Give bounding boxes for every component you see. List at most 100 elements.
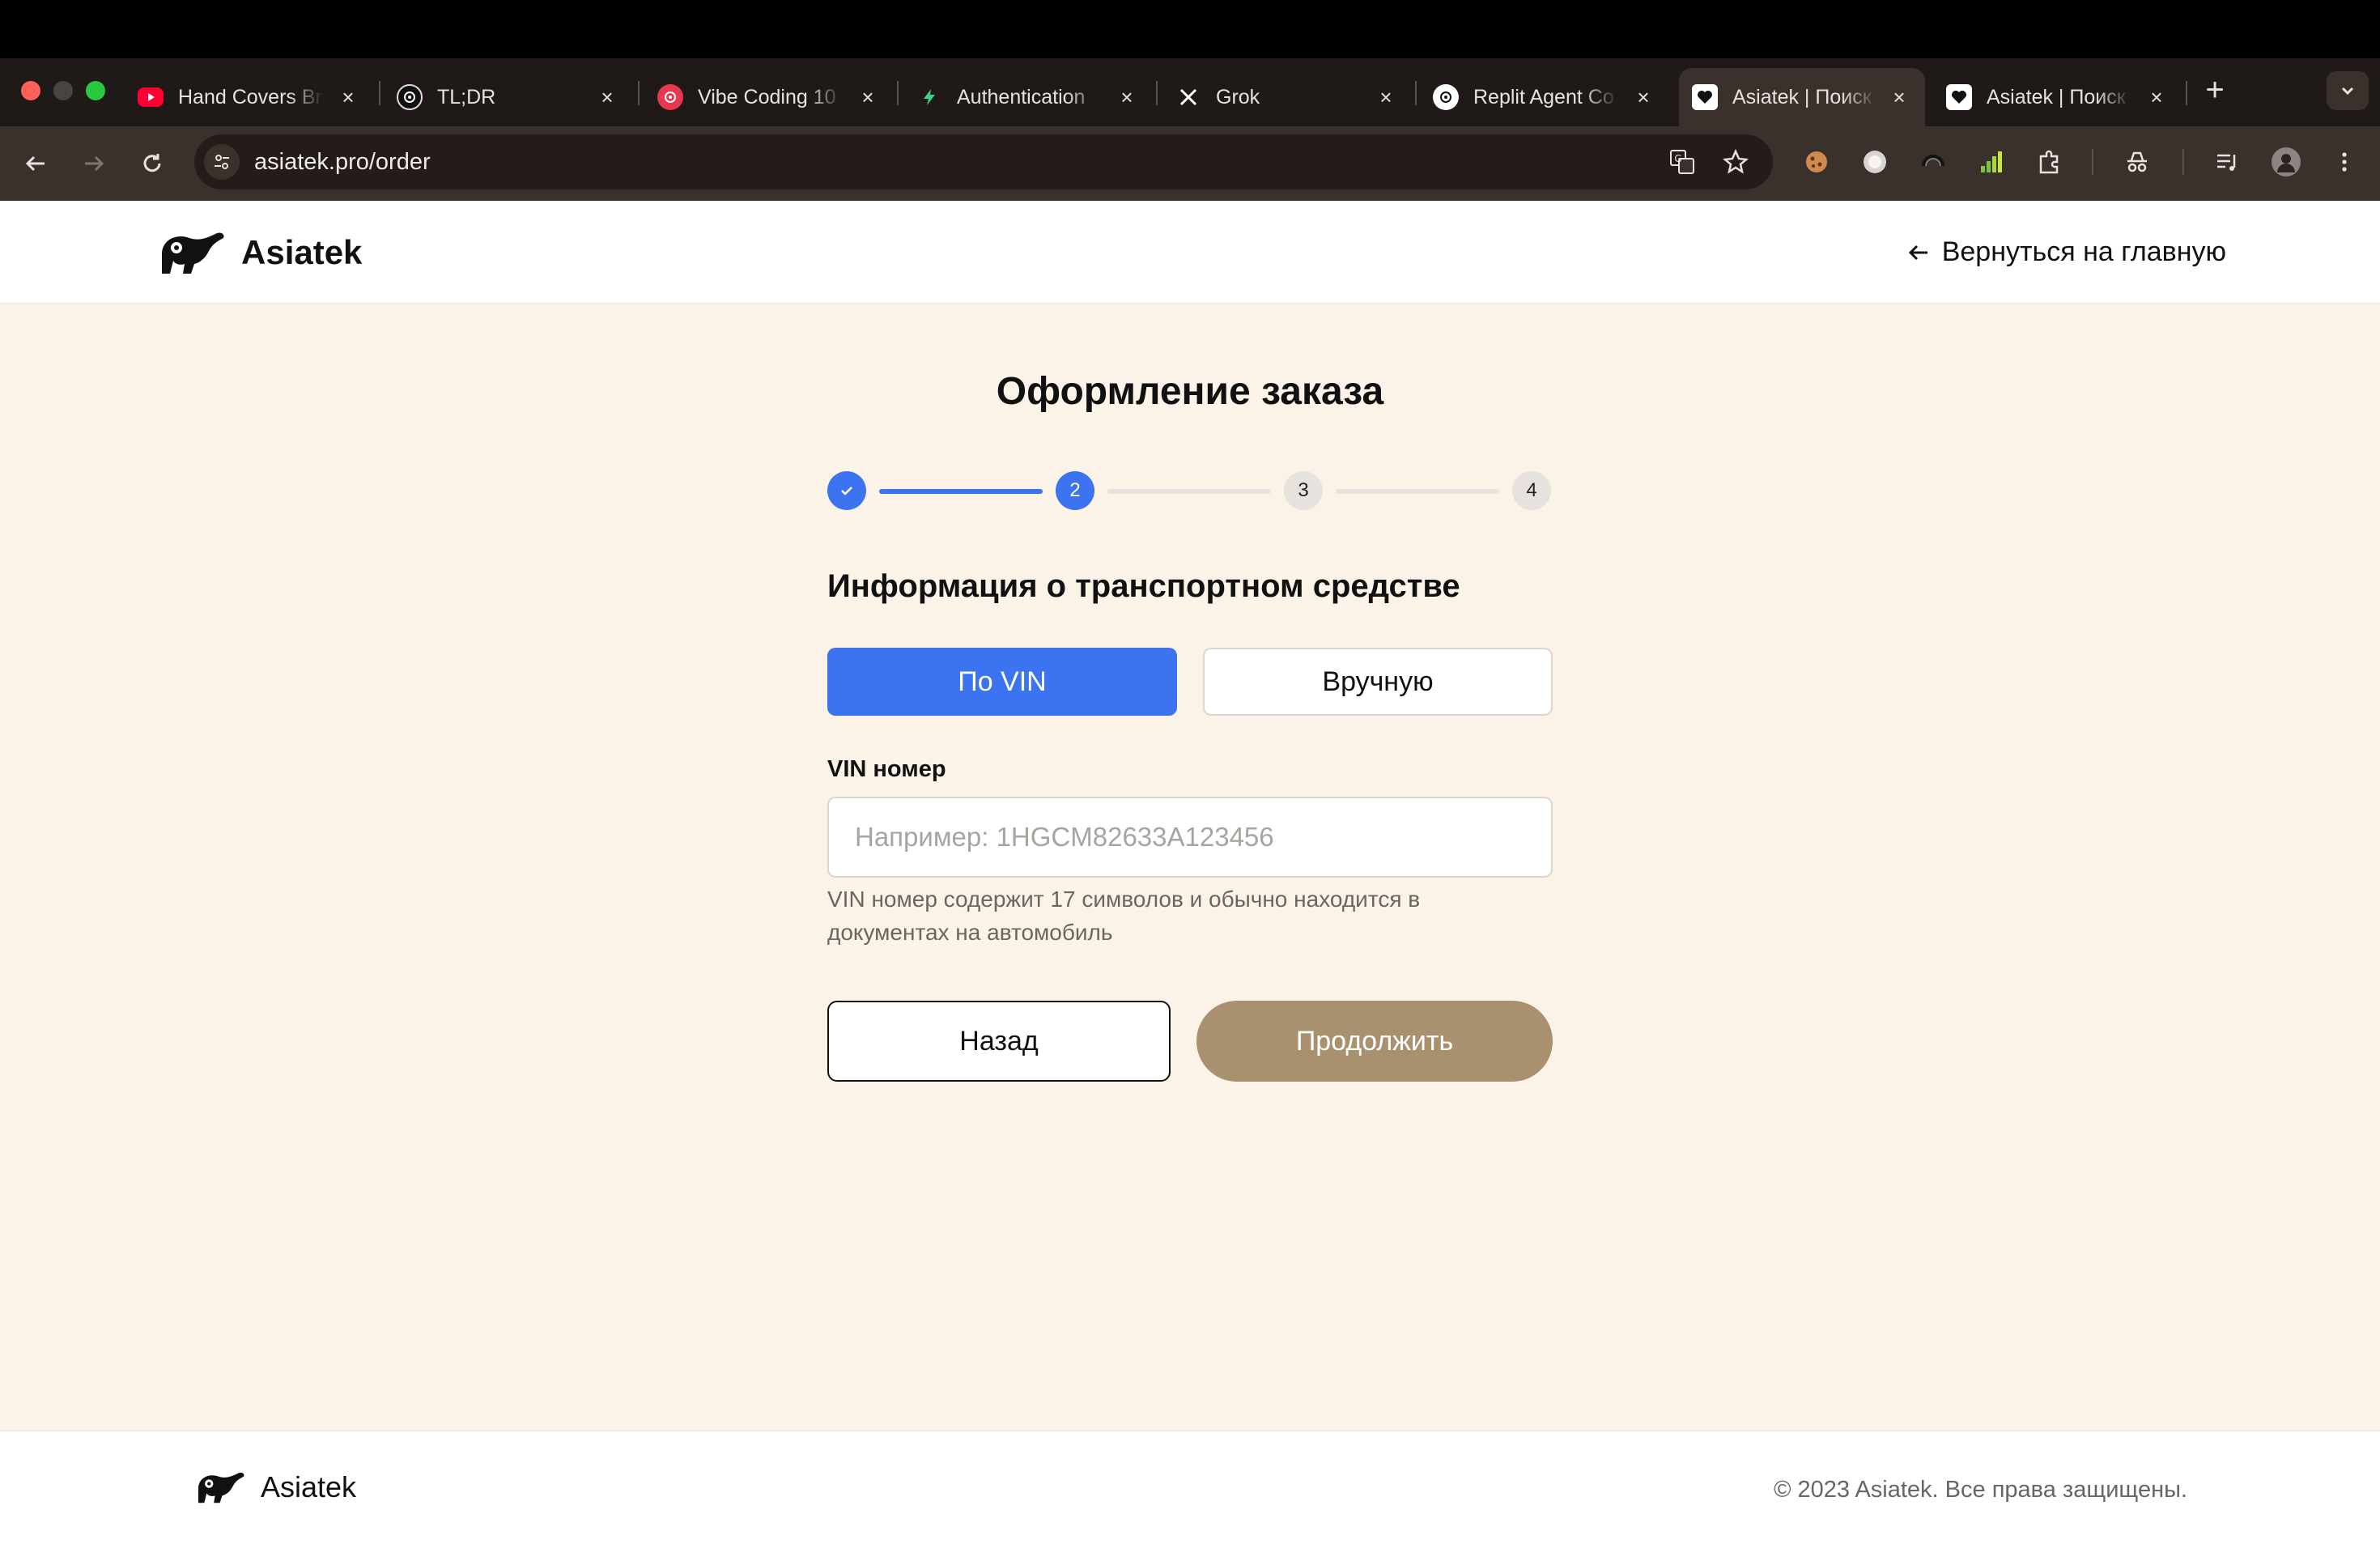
- tab-authentication[interactable]: Authentication ×: [916, 68, 1138, 126]
- tab-separator: [2186, 81, 2187, 105]
- profile-avatar[interactable]: [2270, 146, 2302, 178]
- tab-title: Authentication: [957, 85, 1086, 108]
- svg-text:G: G: [1674, 153, 1681, 164]
- close-window-button[interactable]: [21, 81, 40, 100]
- close-tab-icon[interactable]: ×: [1632, 85, 1655, 109]
- puzzle-extensions-icon[interactable]: [2034, 146, 2066, 178]
- tab-title: Hand Covers Br: [178, 85, 322, 108]
- mode-vin-button[interactable]: По VIN: [827, 648, 1177, 716]
- media-controls-icon[interactable]: [2212, 146, 2244, 178]
- bolt-icon: [916, 84, 942, 110]
- arrow-right-icon: [85, 155, 104, 172]
- tab-title: Asiatek | Поиск: [1987, 85, 2126, 108]
- step-3: 3: [1284, 471, 1323, 510]
- cookie-extension-icon[interactable]: [1800, 146, 1833, 178]
- toolbar-separator: [2092, 149, 2093, 175]
- browser-menu-button[interactable]: [2328, 146, 2361, 178]
- tab-separator: [638, 81, 640, 105]
- youtube-icon: [138, 87, 164, 107]
- continue-button[interactable]: Продолжить: [1196, 1001, 1553, 1082]
- tab-separator: [1415, 81, 1417, 105]
- vin-help-text: VIN номер содержит 17 символов и обычно …: [827, 887, 1421, 945]
- step-connector-2: [1107, 489, 1271, 494]
- close-tab-icon[interactable]: ×: [1888, 85, 1910, 109]
- tab-separator: [379, 81, 380, 105]
- forward-button[interactable]: [73, 142, 115, 185]
- circle-extension-icon[interactable]: [1859, 146, 1891, 178]
- heart-icon: [1692, 84, 1718, 110]
- toolbar-separator: [2182, 149, 2184, 175]
- address-bar[interactable]: [194, 134, 1773, 189]
- new-tab-button[interactable]: +: [2199, 74, 2231, 107]
- back-button[interactable]: [15, 142, 57, 185]
- chevron-down-icon: [2341, 87, 2354, 96]
- step-2-current: 2: [1056, 471, 1094, 510]
- tab-hand-covers[interactable]: Hand Covers Br ×: [138, 68, 359, 126]
- tab-asiatek-active[interactable]: Asiatek | Поиск ×: [1679, 68, 1925, 126]
- back-to-home-link[interactable]: Вернуться на главную: [1906, 236, 2226, 268]
- page-title: Оформление заказа: [996, 370, 1384, 413]
- step-4: 4: [1512, 471, 1551, 510]
- site-logo[interactable]: Asiatek: [159, 230, 362, 275]
- tab-separator: [1156, 81, 1158, 105]
- tab-tldr[interactable]: TL;DR ×: [397, 68, 618, 126]
- elephant-logo-icon: [198, 1472, 244, 1503]
- close-tab-icon[interactable]: ×: [856, 85, 879, 109]
- chart-extension-icon[interactable]: [1975, 146, 2008, 178]
- close-tab-icon[interactable]: ×: [2145, 85, 2168, 109]
- menu-bar: [0, 0, 2380, 58]
- site-header: Asiatek Вернуться на главную: [0, 201, 2380, 304]
- step-1-complete: [827, 471, 866, 510]
- target-icon: [657, 84, 683, 110]
- tab-title: Vibe Coding 10: [698, 85, 836, 108]
- translate-icon[interactable]: G: [1666, 146, 1698, 178]
- openai-icon: [1433, 84, 1459, 110]
- back-to-home-label: Вернуться на главную: [1941, 236, 2226, 267]
- mode-manual-button[interactable]: Вручную: [1203, 648, 1553, 716]
- back-button[interactable]: Назад: [827, 1001, 1171, 1082]
- site-info-button[interactable]: [204, 144, 240, 180]
- tab-replit-agent[interactable]: Replit Agent Co ×: [1433, 68, 1655, 126]
- footer-logo[interactable]: Asiatek: [196, 1470, 356, 1504]
- incognito-icon[interactable]: [2121, 146, 2153, 178]
- close-tab-icon[interactable]: ×: [1375, 85, 1397, 109]
- tab-title: Replit Agent Co: [1473, 85, 1614, 108]
- brand-name: Asiatek: [241, 233, 363, 271]
- tab-title: Grok: [1216, 85, 1260, 108]
- vin-field-label: VIN номер: [827, 756, 946, 782]
- tab-grok[interactable]: Grok ×: [1175, 68, 1397, 126]
- step-connector-1: [879, 489, 1043, 494]
- bookmark-star-icon[interactable]: [1719, 146, 1752, 178]
- reload-button[interactable]: [131, 142, 173, 185]
- tab-separator: [897, 81, 899, 105]
- arc-extension-icon[interactable]: [1917, 146, 1949, 178]
- elephant-logo-icon: [162, 232, 224, 274]
- step-connector-3: [1336, 489, 1499, 494]
- section-title: Информация о транспортном средстве: [827, 568, 1460, 604]
- tab-vibe-coding[interactable]: Vibe Coding 10 ×: [657, 68, 879, 126]
- tab-title: TL;DR: [437, 85, 496, 108]
- openai-icon: [397, 84, 423, 110]
- vin-input[interactable]: [827, 797, 1553, 878]
- site-footer: Asiatek © 2023 Asiatek. Все права защище…: [0, 1430, 2380, 1548]
- copyright-text: © 2023 Asiatek. Все права защищены.: [1774, 1477, 2187, 1503]
- heart-icon: [1946, 84, 1972, 110]
- reload-icon: [143, 154, 161, 172]
- tune-icon: [215, 155, 229, 169]
- minimize-window-button[interactable]: [53, 81, 73, 100]
- close-tab-icon[interactable]: ×: [596, 85, 618, 109]
- x-icon: [1175, 84, 1201, 110]
- footer-brand-name: Asiatek: [261, 1470, 357, 1503]
- kebab-menu-icon: [2342, 152, 2347, 172]
- close-tab-icon[interactable]: ×: [337, 85, 359, 109]
- arrow-left-icon: [1908, 245, 1927, 260]
- tab-asiatek[interactable]: Asiatek | Поиск ×: [1946, 68, 2168, 126]
- maximize-window-button[interactable]: [86, 81, 105, 100]
- tab-search-button[interactable]: [2327, 71, 2369, 110]
- tab-title: Asiatek | Поиск: [1732, 85, 1872, 108]
- close-tab-icon[interactable]: ×: [1116, 85, 1138, 109]
- page-content: Asiatek Вернуться на главную Оформление …: [0, 201, 2380, 1548]
- check-icon: [841, 487, 852, 495]
- arrow-left-icon: [25, 155, 45, 172]
- url-text[interactable]: asiatek.pro/order: [254, 147, 431, 176]
